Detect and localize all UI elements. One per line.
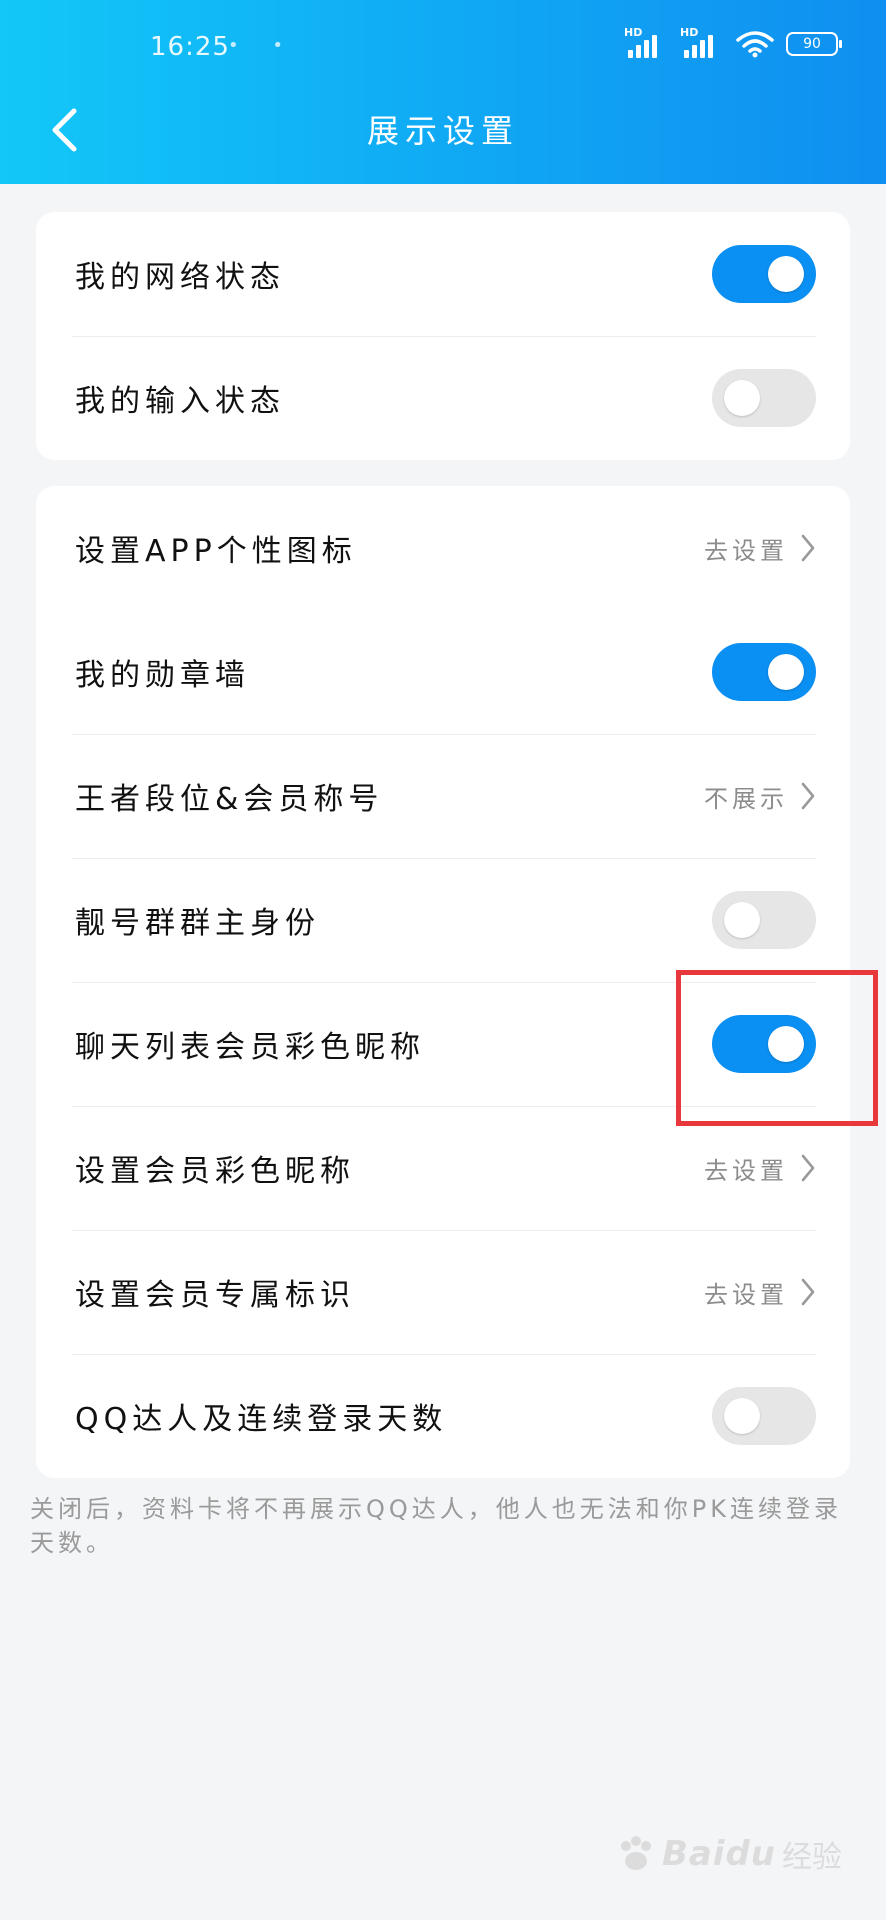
row-label: QQ达人及连续登录天数 xyxy=(75,1402,448,1437)
row-app-icon[interactable]: 设置APP个性图标 去设置 xyxy=(36,486,850,610)
footnote: 关闭后，资料卡将不再展示QQ达人，他人也无法和你PK连续登录天数。 xyxy=(30,1495,842,1557)
chevron-right-icon xyxy=(800,533,816,563)
paw-icon xyxy=(620,1836,651,1870)
row-label: 聊天列表会员彩色昵称 xyxy=(75,1030,425,1065)
row-input-status: 我的输入状态 xyxy=(36,336,850,460)
status-indicators: • • xyxy=(228,35,297,56)
row-set-member-badge[interactable]: 设置会员专属标识 去设置 xyxy=(36,1230,850,1354)
settings-group-status: 我的网络状态 我的输入状态 xyxy=(36,212,850,460)
status-bar: 16:25 • • HD HD 90 xyxy=(0,26,886,68)
row-label: 王者段位&会员称号 xyxy=(75,782,384,817)
set-member-badge-link[interactable]: 去设置 xyxy=(704,1275,816,1310)
row-label: 我的勋章墙 xyxy=(75,658,250,693)
row-set-color-nickname[interactable]: 设置会员彩色昵称 去设置 xyxy=(36,1106,850,1230)
app-icon-link[interactable]: 去设置 xyxy=(704,531,816,566)
watermark-logo-text: Baidu xyxy=(661,1834,776,1874)
header: 16:25 • • HD HD 90 展示设置 xyxy=(0,0,886,184)
set-color-nickname-link[interactable]: 去设置 xyxy=(704,1151,816,1186)
row-label: 设置会员彩色昵称 xyxy=(75,1154,355,1189)
battery-icon: 90 xyxy=(786,32,842,56)
screen: 16:25 • • HD HD 90 展示设置 我的网络状态 我的输入状态 设置… xyxy=(0,0,886,1920)
row-label: 我的网络状态 xyxy=(75,260,285,295)
toggle-group-owner[interactable] xyxy=(712,891,816,949)
watermark-sub-text: 经验 xyxy=(782,1840,842,1875)
toggle-color-nickname-list[interactable] xyxy=(712,1015,816,1073)
row-qq-expert: QQ达人及连续登录天数 xyxy=(36,1354,850,1478)
wifi-icon xyxy=(736,30,774,58)
chevron-right-icon xyxy=(800,1153,816,1183)
toggle-medal-wall[interactable] xyxy=(712,643,816,701)
nav-bar: 展示设置 xyxy=(0,88,886,172)
row-group-owner: 靓号群群主身份 xyxy=(36,858,850,982)
status-time: 16:25 xyxy=(150,32,230,62)
row-medal-wall: 我的勋章墙 xyxy=(36,610,850,734)
toggle-qq-expert[interactable] xyxy=(712,1387,816,1445)
settings-group-member: 我的勋章墙 王者段位&会员称号 不展示 靓号群群主身份 聊天列表会员彩色昵称 设… xyxy=(36,610,850,1478)
chevron-right-icon xyxy=(800,781,816,811)
status-right: HD HD 90 xyxy=(624,26,842,58)
watermark: Baidu 经验 xyxy=(616,1832,842,1876)
row-value: 不展示 xyxy=(704,784,788,813)
settings-group-app-icon: 设置APP个性图标 去设置 xyxy=(36,486,850,610)
toggle-network-status[interactable] xyxy=(712,245,816,303)
row-label: 设置APP个性图标 xyxy=(75,534,357,569)
row-value: 去设置 xyxy=(704,536,788,565)
row-value: 去设置 xyxy=(704,1156,788,1185)
row-label: 设置会员专属标识 xyxy=(75,1278,355,1313)
signal-icon: HD xyxy=(624,26,668,58)
row-label: 我的输入状态 xyxy=(75,384,285,419)
toggle-input-status[interactable] xyxy=(712,369,816,427)
row-rank-title[interactable]: 王者段位&会员称号 不展示 xyxy=(36,734,850,858)
signal-icon-2: HD xyxy=(680,26,724,58)
page-title: 展示设置 xyxy=(366,112,519,150)
chevron-right-icon xyxy=(800,1277,816,1307)
row-color-nickname-list: 聊天列表会员彩色昵称 xyxy=(36,982,850,1106)
row-value: 去设置 xyxy=(704,1280,788,1309)
row-network-status: 我的网络状态 xyxy=(36,212,850,336)
row-label: 靓号群群主身份 xyxy=(75,906,320,941)
rank-title-link[interactable]: 不展示 xyxy=(704,779,816,814)
